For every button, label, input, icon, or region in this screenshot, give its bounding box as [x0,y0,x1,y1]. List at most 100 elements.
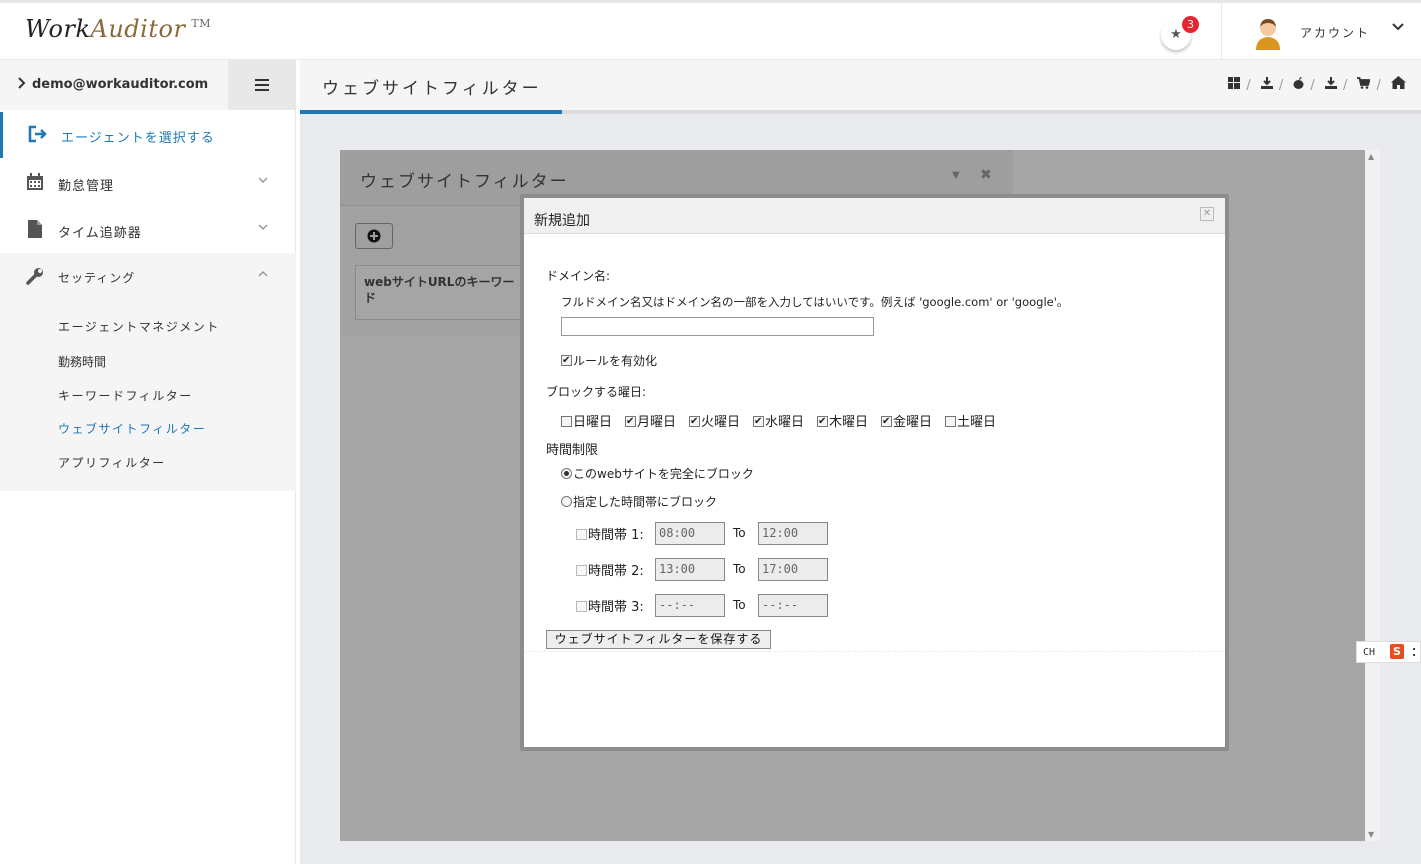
block-range-radio[interactable] [561,496,572,507]
hamburger-icon [255,79,269,91]
block-days-label: ブロックする曜日: [546,385,647,399]
slot-3-row: 時間帯 3: [576,596,644,615]
domain-label: ドメイン名: [546,269,611,283]
to-label: To [733,526,746,540]
ime-language-label: CH [1363,647,1376,658]
scrollbar[interactable]: ▲ ▼ [1365,150,1380,841]
apple-icon[interactable] [1293,77,1304,93]
submenu-website-filter[interactable]: ウェブサイトフィルター [58,420,206,437]
download-icon[interactable] [1260,77,1273,93]
day-label: 水曜日 [765,415,805,430]
dialog-header: 新規追加 ✕ [524,198,1225,234]
scroll-up-icon[interactable]: ▲ [1368,152,1374,161]
page-title: ウェブサイトフィルター [322,79,542,99]
submenu-working-hours[interactable]: 勤務時間 [58,353,106,370]
day-checkbox[interactable] [817,416,828,427]
sidebar-item-select-agent[interactable]: エージェントを選択する [0,112,296,158]
menu-toggle-button[interactable] [228,60,296,110]
day-checkbox[interactable] [689,416,700,427]
day-checkbox[interactable] [625,416,636,427]
day-checkbox[interactable] [753,416,764,427]
dialog-divider [524,651,1225,652]
block-all-row[interactable]: このwebサイトを完全にブロック [561,465,754,482]
day-thursday[interactable]: 木曜日 [817,411,868,430]
day-label: 木曜日 [829,415,869,430]
slot-1-checkbox[interactable] [576,529,587,540]
day-saturday[interactable]: 土曜日 [945,411,996,430]
day-tuesday[interactable]: 火曜日 [689,411,740,430]
day-label: 火曜日 [701,415,741,430]
topbar-divider [1221,3,1222,60]
scroll-down-icon[interactable]: ▼ [1368,830,1374,839]
to-label: To [733,598,746,612]
day-wednesday[interactable]: 水曜日 [753,411,804,430]
enable-rule-checkbox[interactable] [561,355,572,366]
slot-2-from-input[interactable]: 13:00 [655,558,725,581]
download-icon[interactable] [1324,77,1337,93]
day-friday[interactable]: 金曜日 [881,411,932,430]
ime-indicator[interactable]: CH S ⁚ [1356,641,1421,663]
day-monday[interactable]: 月曜日 [625,411,676,430]
slot-1-from-input[interactable]: 08:00 [655,522,725,545]
day-checkbox[interactable] [881,416,892,427]
slot-1-to-input[interactable]: 12:00 [758,522,828,545]
sidebar-item-label: エージェントを選択する [61,131,215,146]
domain-input[interactable] [561,317,874,336]
day-checkbox[interactable] [945,416,956,427]
slot-2-label: 時間帯 2: [588,564,644,579]
column-header-url-keyword[interactable]: webサイトURLのキーワード [355,265,525,320]
chevron-up-icon [258,268,268,281]
enable-rule-label: ルールを有効化 [573,354,658,368]
chevron-down-icon[interactable] [1392,21,1404,35]
block-range-row[interactable]: 指定した時間帯にブロック [561,493,717,510]
sidebar-item-settings[interactable]: セッティング [0,254,296,300]
slot-2-row: 時間帯 2: [576,560,644,579]
day-label: 土曜日 [957,415,997,430]
slot-2-to-input[interactable]: 17:00 [758,558,828,581]
panel-title: ウェブサイトフィルター [360,172,569,192]
slot-1-label: 時間帯 1: [588,528,644,543]
day-label: 日曜日 [573,415,613,430]
to-label: To [733,562,746,576]
settings-submenu: エージェントマネジメント 勤務時間 キーワードフィルター ウェブサイトフィルター… [0,303,296,491]
wrench-icon [25,267,45,287]
sidebar-item-label: セッティング [58,271,136,285]
save-website-filter-button[interactable]: ウェブサイトフィルターを保存する [546,630,771,649]
add-button[interactable] [355,223,393,249]
chevron-down-icon [258,221,268,234]
slot-3-from-input[interactable]: --:-- [655,594,725,617]
slot-3-checkbox[interactable] [576,601,587,612]
sidebar-item-attendance[interactable]: 勤怠管理 [0,160,296,206]
sidebar-user[interactable]: demo@workauditor.com [0,60,228,110]
enable-rule-row: ルールを有効化 [561,352,657,369]
notification-badge: 3 [1182,16,1199,33]
cart-icon[interactable] [1357,77,1372,93]
close-icon[interactable]: ✕ [1200,207,1214,221]
calendar-icon [25,173,45,193]
account-menu-label[interactable]: アカウント [1300,24,1370,41]
block-all-radio[interactable] [561,468,572,479]
block-range-label: 指定した時間帯にブロック [573,495,718,509]
plus-circle-icon [367,229,381,243]
logo-tm: TM [191,17,212,30]
day-checkbox[interactable] [561,416,572,427]
logo-auditor: Auditor [90,15,186,43]
time-limit-label: 時間制限 [546,443,599,458]
day-sunday[interactable]: 日曜日 [561,411,612,430]
day-label: 月曜日 [637,415,677,430]
submenu-keyword-filter[interactable]: キーワードフィルター [58,387,193,404]
collapse-icon[interactable]: ▼ [952,170,960,181]
submenu-app-filter[interactable]: アプリフィルター [58,454,166,471]
app-logo[interactable]: WorkAuditor TM [25,15,211,43]
close-icon[interactable]: ✖ [980,167,992,183]
slot-3-to-input[interactable]: --:-- [758,594,828,617]
block-all-label: このwebサイトを完全にブロック [573,467,754,481]
slot-2-checkbox[interactable] [576,565,587,576]
sidebar: demo@workauditor.com エージェントを選択する 勤怠管理 タイ… [0,60,296,864]
sidebar-item-time-tracker[interactable]: タイム追跡器 [0,207,296,253]
submenu-agent-management[interactable]: エージェントマネジメント [58,318,220,335]
windows-icon[interactable] [1228,77,1241,93]
avatar[interactable] [1253,16,1283,50]
file-icon [25,220,45,240]
home-icon[interactable] [1391,76,1406,93]
